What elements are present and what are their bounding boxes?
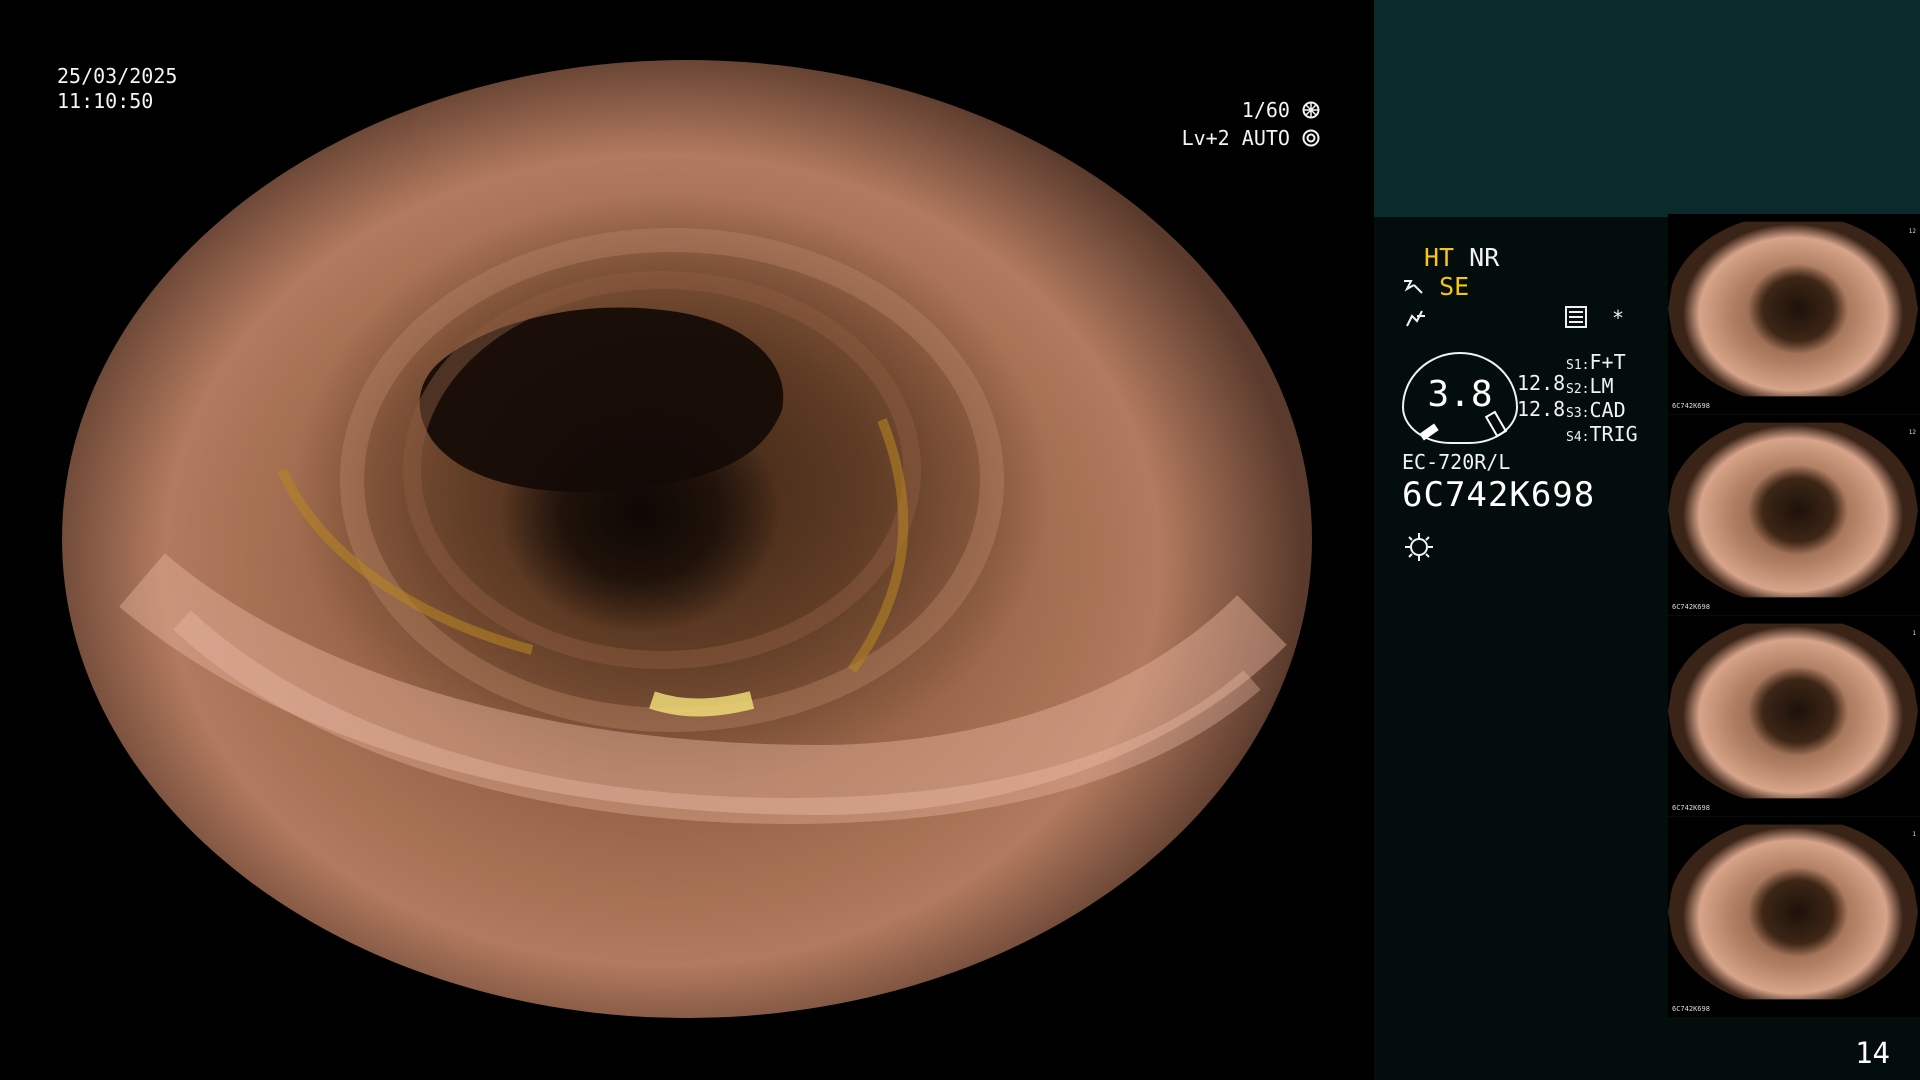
mode-line-1: HT NR [1424, 243, 1499, 272]
switch-key: S3: [1566, 406, 1590, 421]
switch-value: TRIG [1589, 422, 1638, 446]
gauge-left-marker [1419, 423, 1439, 441]
thumbnail-3[interactable]: 6C742K698 1 [1668, 616, 1920, 816]
colon-lumen-illustration [119, 228, 1287, 824]
time-text: 11:10:50 [57, 89, 154, 113]
switch-row-2: S2:LM [1566, 374, 1638, 398]
auto-iris-icon [1302, 128, 1320, 152]
thumbnail-number: 12 [1908, 429, 1916, 436]
date-text: 25/03/2025 [57, 64, 178, 88]
light-source-icon [1402, 530, 1436, 568]
value-12-8-bottom: 12.8 [1517, 397, 1566, 421]
thumbnail-number: 1 [1912, 630, 1916, 637]
thumbnail-image [1668, 824, 1918, 1000]
switch-value: LM [1589, 374, 1614, 398]
electrosurgery-icon [1402, 274, 1424, 303]
mode-ht: HT [1424, 243, 1455, 272]
thumbnail-number: 12 [1908, 228, 1916, 235]
light-source-row [1402, 530, 1436, 568]
mode-nr: NR [1469, 243, 1500, 272]
switch-list: S1:F+T S2:LM S3:CAD S4:TRIG [1566, 350, 1638, 446]
thumbnail-serial: 6C742K698 [1672, 603, 1710, 611]
scope-serial: 6C742K698 [1402, 475, 1596, 515]
shutter-row: 1/60 [1242, 98, 1320, 124]
thumbnail-serial: 6C742K698 [1672, 804, 1710, 812]
switch-key: S2: [1566, 382, 1590, 397]
thumbnail-serial: 6C742K698 [1672, 402, 1710, 410]
switch-key: S1: [1566, 358, 1590, 373]
settings-icon-row: * [1564, 305, 1624, 334]
cut-mode-row [1404, 307, 1428, 333]
panel-header-block [1374, 0, 1920, 217]
scope-gauge: 3.8 [1402, 352, 1518, 444]
switch-row-4: S4:TRIG [1566, 422, 1638, 446]
level-row: Lv+2 AUTO [1182, 126, 1320, 152]
scope-model: EC-720R/L [1402, 450, 1511, 474]
thumbnail-serial: 6C742K698 [1672, 1005, 1710, 1013]
switch-row-1: S1:F+T [1566, 350, 1638, 374]
switch-key: S4: [1566, 430, 1590, 445]
endoscopy-main-view: 25/03/2025 11:10:50 1/60 Lv+2 AUTO [0, 0, 1374, 1080]
date-time-display: 25/03/2025 11:10:50 [57, 64, 177, 114]
status-panel: HT NR SE 3.8 12.8 12.8 * S1:F+T S2:LM S3… [1374, 0, 1920, 1080]
level-text: Lv+2 [1181, 126, 1230, 150]
settings-icon [1564, 305, 1588, 334]
thumbnail-image [1668, 422, 1918, 598]
cut-mode-icon [1404, 308, 1428, 333]
endoscopy-image [62, 60, 1312, 1018]
mode-se: SE [1439, 272, 1470, 301]
switch-row-3: S3:CAD [1566, 398, 1638, 422]
exposure-info: 1/60 Lv+2 AUTO [1120, 98, 1320, 154]
thumbnail-2[interactable]: 6C742K698 12 [1668, 415, 1920, 615]
thumbnail-image [1668, 221, 1918, 397]
thumbnail-image [1668, 623, 1918, 799]
shutter-text: 1/60 [1241, 98, 1290, 122]
thumbnail-4[interactable]: 6C742K698 1 [1668, 817, 1920, 1017]
thumbnail-number: 1 [1912, 831, 1916, 838]
asterisk-indicator: * [1612, 306, 1625, 330]
switch-value: CAD [1589, 398, 1626, 422]
thumbnail-1[interactable]: 6C742K698 12 [1668, 214, 1920, 414]
auto-text: AUTO [1241, 126, 1290, 150]
page-number: 14 [1855, 1036, 1890, 1070]
gauge-value: 3.8 [1427, 374, 1493, 415]
value-12-8-top: 12.8 [1517, 371, 1566, 395]
aperture-icon [1302, 100, 1320, 124]
switch-value: F+T [1589, 350, 1626, 374]
mode-line-2: SE [1402, 272, 1469, 303]
